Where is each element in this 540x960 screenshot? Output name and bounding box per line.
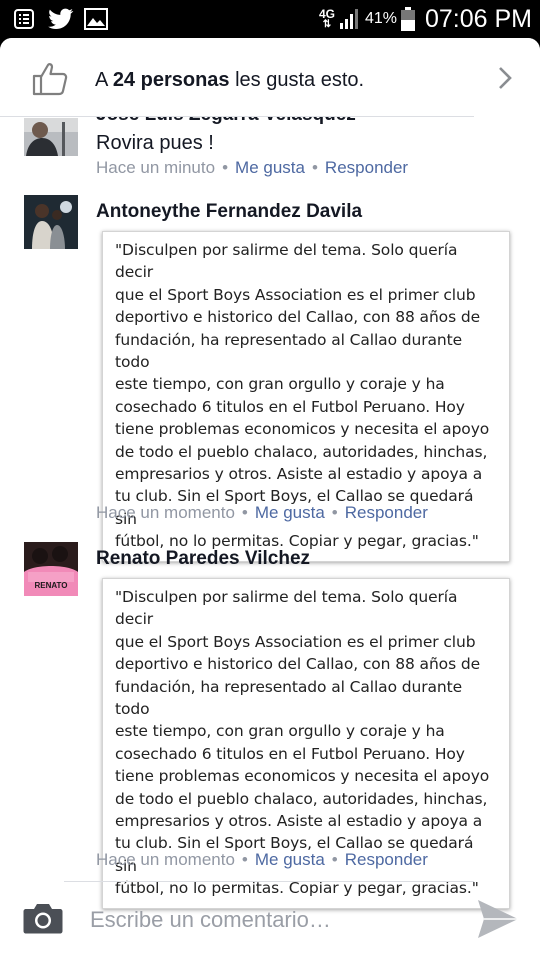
notes-icon	[14, 9, 34, 29]
quote-line: cosechado 6 titulos en el Futbol Peruano…	[115, 397, 465, 416]
divider	[64, 881, 474, 882]
comment-author[interactable]: Renato Paredes Vilchez	[96, 548, 310, 570]
gallery-icon	[84, 8, 108, 30]
comment-time: Hace un momento	[96, 850, 235, 869]
clock: 07:06 PM	[424, 4, 532, 33]
comment-time: Hace un minuto	[96, 158, 216, 177]
quote-line: deportivo e historico del Callao, con 88…	[115, 655, 481, 674]
likes-prefix: A	[95, 69, 108, 91]
separator-dot: •	[241, 850, 248, 869]
like-link[interactable]: Me gusta	[255, 850, 325, 869]
likes-text: A 24 personas les gusta esto.	[95, 69, 364, 92]
avatar[interactable]	[24, 118, 78, 156]
quote-line: que el Sport Boys Association es el prim…	[115, 632, 476, 651]
separator-dot: •	[331, 503, 338, 522]
quote-line: tiene problemas economicos y necesita el…	[115, 767, 490, 786]
battery-percent: 41%	[364, 10, 397, 27]
comment-meta: Hace un minuto • Me gusta • Responder	[96, 158, 408, 178]
avatar[interactable]: RENATO	[24, 542, 78, 596]
comment-text: Rovira pues !	[96, 132, 214, 154]
like-link[interactable]: Me gusta	[255, 503, 325, 522]
comment-input[interactable]	[90, 904, 450, 936]
separator-dot: •	[241, 503, 248, 522]
quote-line: que el Sport Boys Association es el prim…	[115, 285, 476, 304]
quote-line: "Disculpen por salirme del tema. Solo qu…	[115, 588, 458, 629]
reply-link[interactable]: Responder	[325, 158, 408, 177]
quote-line: empresarios y otros. Asiste al estadio y…	[115, 465, 483, 484]
comment-composer	[0, 884, 540, 960]
quote-line: empresarios y otros. Asiste al estadio y…	[115, 812, 483, 831]
quote-line: "Disculpen por salirme del tema. Solo qu…	[115, 241, 458, 282]
chevron-right-icon[interactable]	[498, 66, 512, 90]
quote-line: fundación, ha representado al Callao dur…	[115, 330, 463, 372]
thumbs-up-icon	[32, 63, 68, 96]
network-indicator: 4G ⇅	[318, 7, 335, 30]
comment-time: Hace un momento	[96, 503, 235, 522]
quote-line: cosechado 6 titulos en el Futbol Peruano…	[115, 744, 465, 763]
comment: Antoneythe Fernandez Davila "Disculpen p…	[0, 195, 540, 562]
comment-meta: Hace un momento • Me gusta • Responder	[96, 850, 428, 870]
separator-dot: •	[311, 158, 318, 177]
comment-author[interactable]: Antoneythe Fernandez Davila	[96, 201, 362, 223]
quote-line: este tiempo, con gran orgullo y coraje y…	[115, 722, 445, 741]
quote-line: de todo el pueblo chalaco, autoridades, …	[115, 442, 488, 461]
quote-line: fundación, ha representado al Callao dur…	[115, 677, 463, 719]
quote-line: este tiempo, con gran orgullo y coraje y…	[115, 375, 445, 394]
comment: RENATO Renato Paredes Vilchez "Disculpen…	[0, 542, 540, 909]
camera-icon[interactable]	[23, 901, 63, 935]
reply-link[interactable]: Responder	[345, 850, 428, 869]
likes-suffix: les gusta esto.	[235, 69, 365, 91]
comment: José Luis Zegarra Velásquez Rovira pues …	[0, 104, 540, 194]
divider	[0, 116, 474, 117]
separator-dot: •	[331, 850, 338, 869]
separator-dot: •	[222, 158, 229, 177]
like-link[interactable]: Me gusta	[235, 158, 305, 177]
reply-link[interactable]: Responder	[345, 503, 428, 522]
quote-line: de todo el pueblo chalaco, autoridades, …	[115, 789, 488, 808]
battery-icon	[400, 7, 415, 31]
comments-panel: A 24 personas les gusta esto. José Luis …	[0, 38, 540, 960]
comment-meta: Hace un momento • Me gusta • Responder	[96, 503, 428, 523]
send-icon[interactable]	[476, 898, 520, 940]
quote-line: tiene problemas economicos y necesita el…	[115, 420, 490, 439]
avatar-jersey-text: RENATO	[34, 581, 67, 590]
twitter-icon	[48, 8, 74, 29]
likes-summary[interactable]: A 24 personas les gusta esto.	[0, 38, 540, 116]
likes-count: 24 personas	[112, 69, 230, 91]
quote-line: deportivo e historico del Callao, con 88…	[115, 308, 481, 327]
avatar[interactable]	[24, 195, 78, 249]
status-bar: 4G ⇅ 41% 07:06 PM	[0, 0, 540, 38]
signal-icon	[339, 9, 358, 29]
